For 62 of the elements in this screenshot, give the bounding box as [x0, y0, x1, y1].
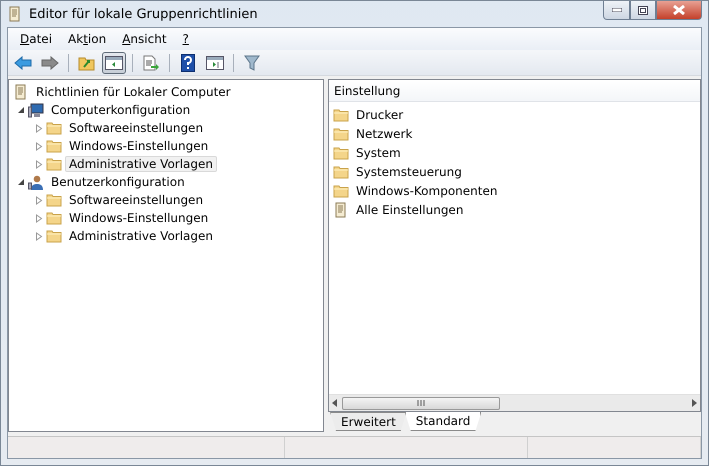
tree-pane-icon	[105, 56, 123, 70]
export-list-icon	[142, 54, 160, 70]
tree-item[interactable]: Windows-Einstellungen	[65, 210, 212, 226]
tree-item[interactable]: Benutzerkonfiguration	[47, 174, 189, 190]
list-item[interactable]: Netzwerk	[352, 126, 416, 142]
collapse-arrow-icon[interactable]	[17, 178, 25, 186]
expand-arrow-icon[interactable]	[35, 124, 43, 132]
close-icon	[673, 5, 685, 15]
filter-icon	[244, 54, 260, 70]
folder-icon	[46, 193, 62, 207]
list-item[interactable]: Alle Einstellungen	[352, 202, 468, 218]
user-icon	[28, 174, 44, 190]
maximize-button[interactable]	[630, 1, 656, 20]
close-button[interactable]	[656, 1, 702, 20]
list-item[interactable]: Drucker	[352, 106, 408, 122]
computer-icon	[28, 102, 44, 118]
list-item[interactable]: System	[352, 144, 405, 160]
scrollbar-thumb[interactable]	[342, 396, 500, 410]
folder-icon	[46, 139, 62, 153]
help-icon	[181, 54, 195, 72]
back-arrow-icon	[14, 56, 32, 70]
forward-arrow-icon	[41, 56, 59, 70]
folder-icon	[333, 184, 349, 198]
menu-item[interactable]: ?	[174, 32, 197, 46]
expand-arrow-icon[interactable]	[35, 196, 43, 204]
tree-item[interactable]: Administrative Vorlagen	[65, 156, 218, 172]
folder-icon	[46, 211, 62, 225]
minimize-button[interactable]	[603, 1, 630, 20]
expand-arrow-icon[interactable]	[35, 160, 43, 168]
folder-icon	[46, 121, 62, 135]
maximize-icon	[638, 6, 648, 14]
minimize-icon	[612, 8, 622, 12]
list-item[interactable]: Systemsteuerung	[352, 164, 466, 180]
collapse-arrow-icon[interactable]	[17, 106, 25, 114]
tree-item[interactable]: Administrative Vorlagen	[65, 228, 218, 244]
menu-item[interactable]: Ansicht	[114, 32, 175, 46]
expand-arrow-icon[interactable]	[35, 142, 43, 150]
horizontal-scrollbar[interactable]	[329, 394, 700, 411]
view-tab[interactable]: Standard	[404, 412, 482, 431]
tree-item[interactable]: Computerkonfiguration	[47, 102, 194, 118]
action-pane-icon	[206, 56, 224, 70]
folder-icon	[46, 229, 62, 243]
scroll-left-icon[interactable]	[332, 399, 338, 407]
folder-icon	[333, 146, 349, 160]
view-tab[interactable]: Erweitert	[330, 412, 407, 431]
tree-item[interactable]: Windows-Einstellungen	[65, 138, 212, 154]
tree-item[interactable]: Softwareeinstellungen	[65, 120, 208, 136]
expand-arrow-icon[interactable]	[35, 214, 43, 222]
folder-icon	[333, 126, 349, 140]
folder-icon	[333, 108, 349, 122]
folder-up-icon	[78, 54, 96, 70]
window-title: Editor für lokale Gruppenrichtlinien	[29, 6, 259, 22]
scroll-right-icon[interactable]	[691, 399, 697, 407]
folder-icon	[333, 164, 349, 178]
folder-icon	[46, 157, 62, 171]
tree-item[interactable]: Softwareeinstellungen	[65, 192, 208, 208]
menu-item[interactable]: Aktion	[60, 32, 114, 46]
expand-arrow-icon[interactable]	[35, 232, 43, 240]
toolbar-button[interactable]	[102, 52, 126, 74]
list-item[interactable]: Windows-Komponenten	[352, 182, 502, 198]
tree-item[interactable]: Richtlinien für Lokaler Computer	[32, 84, 235, 100]
menu-item[interactable]: Datei	[12, 32, 60, 46]
